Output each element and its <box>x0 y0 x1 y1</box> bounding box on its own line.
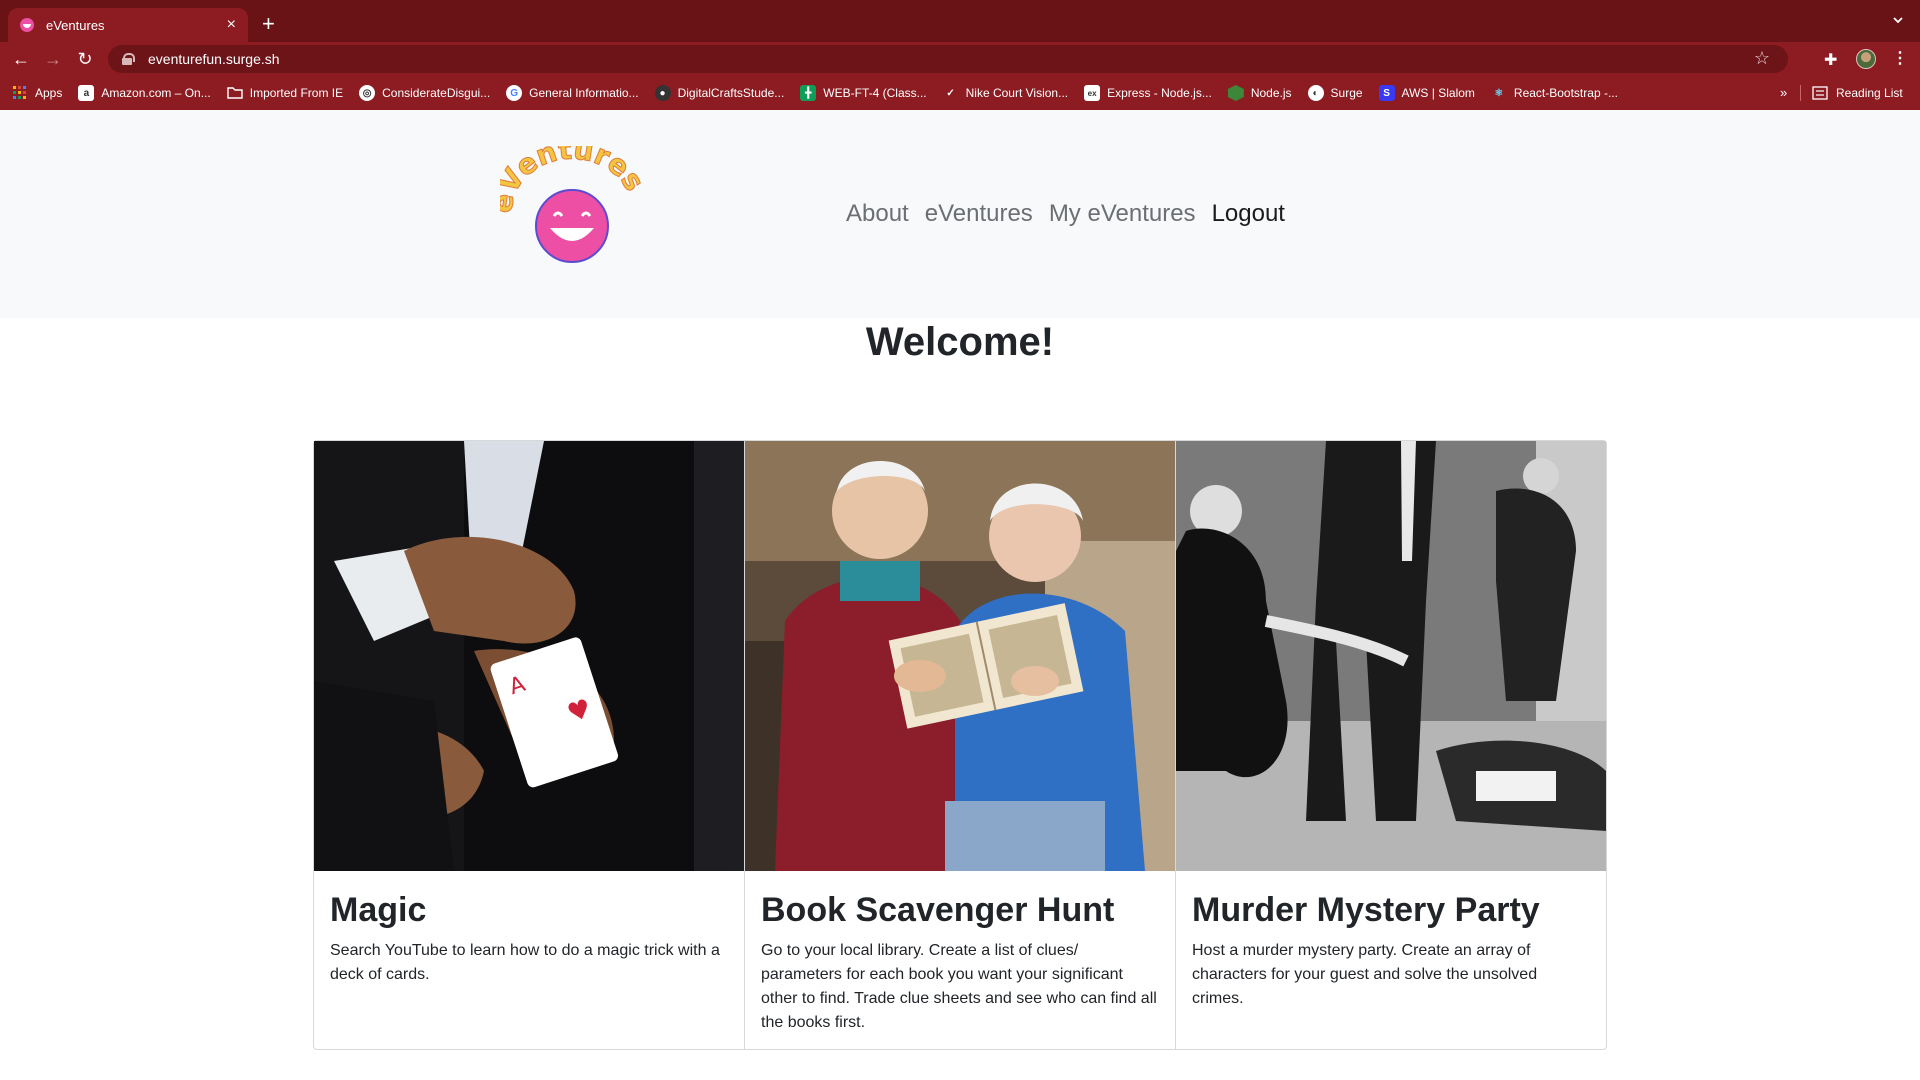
address-bar[interactable]: eventurefun.surge.sh ☆ <box>108 45 1788 73</box>
bookmark-surge[interactable]: ◐ Surge <box>1307 85 1363 101</box>
nav-logout[interactable]: Logout <box>1212 200 1285 228</box>
slalom-icon: S <box>1378 85 1395 101</box>
tab-search-chevron-icon[interactable] <box>1892 14 1904 26</box>
site-favicon-icon <box>20 18 34 32</box>
card-magic[interactable]: A ♥ Magic Search YouTube to learn how to… <box>313 440 745 1050</box>
bookmark-google[interactable]: G General Informatio... <box>506 85 639 101</box>
nodejs-icon <box>1227 85 1244 101</box>
nav-my-eventures[interactable]: My eVentures <box>1049 200 1196 228</box>
apps-grid-icon <box>12 85 28 101</box>
close-tab-icon[interactable]: × <box>227 17 236 33</box>
card-text: Host a murder mystery party. Create an a… <box>1192 942 1538 1007</box>
bookmark-github[interactable]: ● DigitalCraftsStude... <box>654 85 785 101</box>
nike-icon: ✓ <box>946 87 955 99</box>
bookmark-label: Express - Node.js... <box>1107 86 1212 100</box>
nav-about[interactable]: About <box>846 200 909 228</box>
tab-title: eVentures <box>46 17 105 33</box>
bookmark-slalom[interactable]: S AWS | Slalom <box>1378 85 1475 101</box>
bookmark-label: Apps <box>35 86 63 100</box>
bookmarks-bar: Apps a Amazon.com – On... Imported From … <box>0 76 1920 110</box>
lock-icon[interactable] <box>122 53 135 65</box>
back-arrow-icon[interactable]: ← <box>10 48 32 70</box>
bookmark-label: WEB-FT-4 (Class... <box>823 86 927 100</box>
bookmark-amazon[interactable]: a Amazon.com – On... <box>78 85 211 101</box>
extensions-puzzle-icon[interactable]: ✚ <box>1824 50 1837 70</box>
card-body: Book Scavenger Hunt Go to your local lib… <box>745 871 1175 1053</box>
bookmark-label: Amazon.com – On... <box>101 86 211 100</box>
google-icon: G <box>506 85 523 101</box>
reading-list-button[interactable]: Reading List <box>1812 76 1903 110</box>
main-nav: About eVentures My eVentures Logout <box>846 200 1285 228</box>
browser-menu-icon[interactable]: ⋮ <box>1892 48 1908 68</box>
reload-icon[interactable]: ↻ <box>74 48 96 70</box>
bookmark-label: React-Bootstrap -... <box>1513 86 1618 100</box>
profile-avatar[interactable] <box>1856 49 1876 69</box>
card-title: Book Scavenger Hunt <box>761 891 1115 929</box>
nav-eventures[interactable]: eVentures <box>925 200 1033 228</box>
bookmark-label: DigitalCraftsStude... <box>677 86 785 100</box>
card-murder-mystery-party[interactable]: Murder Mystery Party Host a murder myste… <box>1175 440 1607 1050</box>
bookmark-star-icon[interactable]: ☆ <box>1754 49 1770 67</box>
bookmark-apps[interactable]: Apps <box>12 85 62 101</box>
bookmark-label: ConsiderateDisgui... <box>382 86 491 100</box>
card-group: A ♥ Magic Search YouTube to learn how to… <box>313 440 1608 1050</box>
browser-tab-strip: eVentures × + <box>0 0 1920 42</box>
folder-icon <box>227 85 243 101</box>
eventures-logo[interactable]: eVentures <box>500 146 645 266</box>
replit-icon: ◎ <box>359 85 376 101</box>
site-navbar: eVentures About eVentures My eVentures L… <box>0 110 1920 318</box>
surge-icon: ◐ <box>1307 85 1324 101</box>
card-image-magic: A ♥ <box>314 441 744 871</box>
bookmark-nike[interactable]: ✓ Nike Court Vision... <box>943 85 1069 101</box>
bookmark-label: Node.js <box>1250 86 1292 100</box>
url-text[interactable]: eventurefun.surge.sh <box>148 51 280 67</box>
bookmark-label: General Informatio... <box>529 86 639 100</box>
more-bookmarks-chevron[interactable]: » <box>1780 85 1787 100</box>
reading-list-icon <box>1812 86 1828 100</box>
bookmark-express[interactable]: ex Express - Node.js... <box>1084 85 1212 101</box>
card-title: Murder Mystery Party <box>1192 891 1540 929</box>
bookmark-label: Imported From IE <box>249 86 344 100</box>
bookmark-label: AWS | Slalom <box>1401 86 1475 100</box>
forward-arrow-icon[interactable]: → <box>42 48 64 70</box>
bookmark-replit[interactable]: ◎ ConsiderateDisgui... <box>359 85 490 101</box>
amazon-icon: a <box>78 85 95 101</box>
github-icon: ● <box>654 85 671 101</box>
card-book-scavenger-hunt[interactable]: Book Scavenger Hunt Go to your local lib… <box>744 440 1176 1050</box>
page-title: Welcome! <box>865 320 1055 364</box>
new-tab-button[interactable]: + <box>262 13 275 35</box>
bookmark-react-bootstrap[interactable]: ⚛ React-Bootstrap -... <box>1491 85 1618 101</box>
browser-tab-active[interactable]: eVentures × <box>8 8 248 42</box>
bookmark-folder-ie[interactable]: Imported From IE <box>227 85 343 101</box>
reading-list-label: Reading List <box>1836 86 1903 100</box>
card-text: Go to your local library. Create a list … <box>761 942 1157 1031</box>
react-bootstrap-icon: ⚛ <box>1494 87 1504 99</box>
card-text: Search YouTube to learn how to do a magi… <box>330 942 720 983</box>
bookmark-label: Surge <box>1330 86 1363 100</box>
bookmark-nodejs[interactable]: Node.js <box>1227 85 1292 101</box>
card-image-murder-mystery-party <box>1176 441 1606 871</box>
bookmark-sheets[interactable]: ╋ WEB-FT-4 (Class... <box>800 85 927 101</box>
card-body: Murder Mystery Party Host a murder myste… <box>1176 871 1606 1029</box>
express-icon: ex <box>1084 85 1101 101</box>
browser-toolbar: ← → ↻ eventurefun.surge.sh ☆ ✚ ⋮ <box>0 42 1920 76</box>
card-image-book-scavenger-hunt <box>745 441 1175 871</box>
sheets-icon: ╋ <box>800 85 817 101</box>
bookmarks-divider <box>1800 85 1801 101</box>
card-body: Magic Search YouTube to learn how to do … <box>314 871 744 1005</box>
bookmark-label: Nike Court Vision... <box>965 86 1069 100</box>
card-title: Magic <box>330 891 427 929</box>
